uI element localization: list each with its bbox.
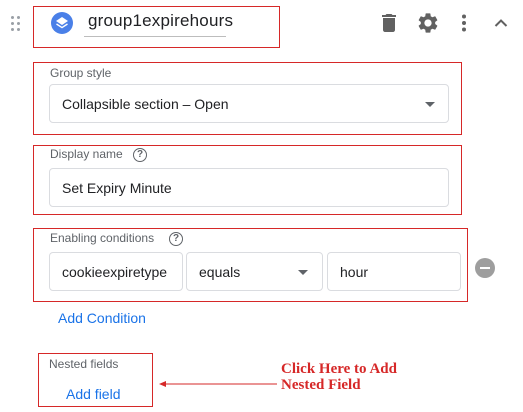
- group-style-label: Group style: [50, 66, 112, 80]
- condition-variable-value: cookieexpiretype: [62, 264, 168, 280]
- group-name-text: group1expirehours: [88, 11, 234, 30]
- condition-operator-value: equals: [199, 264, 241, 280]
- delete-icon[interactable]: [377, 11, 401, 35]
- settings-icon[interactable]: [416, 11, 440, 35]
- display-name-input[interactable]: Set Expiry Minute: [49, 168, 449, 207]
- condition-variable-select[interactable]: cookieexpiretype: [49, 252, 183, 291]
- display-name-label: Display name: [50, 147, 123, 161]
- condition-value-input[interactable]: hour: [327, 252, 461, 291]
- annotation-text: Click Here to Add Nested Field: [281, 361, 397, 393]
- layers-icon: [51, 12, 73, 34]
- annotation-line-1: Click Here to Add: [281, 361, 397, 377]
- group-name-field[interactable]: group1expirehours: [84, 9, 233, 37]
- group-style-select[interactable]: Collapsible section – Open: [49, 84, 449, 123]
- drag-handle-icon[interactable]: [11, 16, 23, 34]
- annotation-arrow: [159, 381, 277, 387]
- enabling-conditions-label: Enabling conditions: [50, 231, 155, 245]
- display-name-value: Set Expiry Minute: [62, 180, 172, 196]
- chevron-up-icon[interactable]: [489, 11, 513, 35]
- condition-operator-select[interactable]: equals: [186, 252, 323, 291]
- group-style-value: Collapsible section – Open: [62, 96, 229, 112]
- annotation-line-2: Nested Field: [281, 377, 361, 393]
- condition-value-text: hour: [340, 264, 369, 280]
- help-icon[interactable]: ?: [169, 232, 183, 246]
- add-condition-link[interactable]: Add Condition: [58, 310, 146, 326]
- nested-fields-label: Nested fields: [49, 357, 119, 371]
- help-icon[interactable]: ?: [133, 148, 147, 162]
- remove-condition-icon[interactable]: [475, 258, 495, 278]
- chevron-down-icon: [298, 270, 308, 275]
- chevron-down-icon: [425, 102, 435, 107]
- more-vert-icon[interactable]: [452, 11, 476, 35]
- add-field-link[interactable]: Add field: [66, 386, 120, 402]
